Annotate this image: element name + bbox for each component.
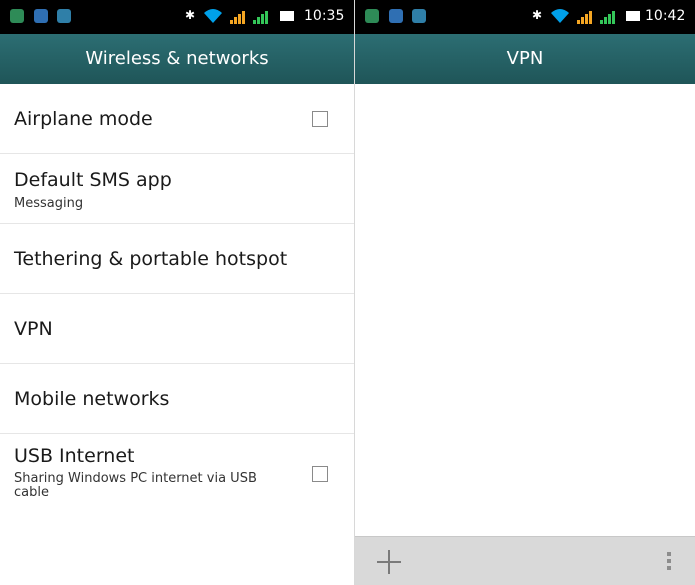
photo-icon xyxy=(10,9,24,23)
wifi-icon xyxy=(551,9,569,23)
default-sms-app-item[interactable]: Default SMS app Messaging xyxy=(0,154,354,224)
message-icon xyxy=(412,9,426,23)
battery-icon xyxy=(626,11,640,21)
bluetooth-icon: ✱ xyxy=(185,8,196,22)
status-time: 10:35 xyxy=(304,8,345,24)
usb-internet-item[interactable]: USB Internet Sharing Windows PC internet… xyxy=(0,434,354,504)
settings-list: Airplane mode Default SMS app Messaging … xyxy=(0,84,354,504)
status-bar: ✱ 10:35 xyxy=(0,0,354,34)
tethering-item[interactable]: Tethering & portable hotspot xyxy=(0,224,354,294)
mobile-networks-item[interactable]: Mobile networks xyxy=(0,364,354,434)
item-title: Tethering & portable hotspot xyxy=(14,248,288,270)
airplane-mode-item[interactable]: Airplane mode xyxy=(0,84,354,154)
usb-icon xyxy=(34,9,48,23)
page-title: Wireless & networks xyxy=(0,34,354,84)
vpn-screen: ✱ 10:42 VPN xyxy=(355,0,695,585)
wireless-networks-screen: ✱ 10:35 Wireless & networks Airplane mod… xyxy=(0,0,354,585)
status-time: 10:42 xyxy=(645,8,686,24)
bluetooth-icon: ✱ xyxy=(532,8,543,22)
bottom-action-bar xyxy=(355,536,695,585)
signal-icon xyxy=(577,11,592,24)
overflow-menu-icon[interactable] xyxy=(667,552,673,574)
item-title: USB Internet xyxy=(14,445,135,467)
photo-icon xyxy=(365,9,379,23)
item-subtitle: Messaging xyxy=(14,196,84,211)
message-icon xyxy=(57,9,71,23)
item-title: Default SMS app xyxy=(14,169,172,191)
item-title: VPN xyxy=(14,318,53,340)
airplane-mode-checkbox[interactable] xyxy=(312,111,328,127)
item-title: Airplane mode xyxy=(14,108,153,130)
signal-icon xyxy=(230,11,245,24)
battery-icon xyxy=(280,11,294,21)
page-title: VPN xyxy=(355,34,695,84)
signal-icon xyxy=(600,11,615,24)
usb-icon xyxy=(389,9,403,23)
item-title: Mobile networks xyxy=(14,388,170,410)
wifi-icon xyxy=(204,9,222,23)
item-subtitle: Sharing Windows PC internet via USB cabl… xyxy=(14,471,257,500)
add-icon[interactable] xyxy=(374,547,404,577)
signal-icon xyxy=(253,11,268,24)
usb-internet-checkbox[interactable] xyxy=(312,466,328,482)
status-bar: ✱ 10:42 xyxy=(355,0,695,34)
vpn-item[interactable]: VPN xyxy=(0,294,354,364)
